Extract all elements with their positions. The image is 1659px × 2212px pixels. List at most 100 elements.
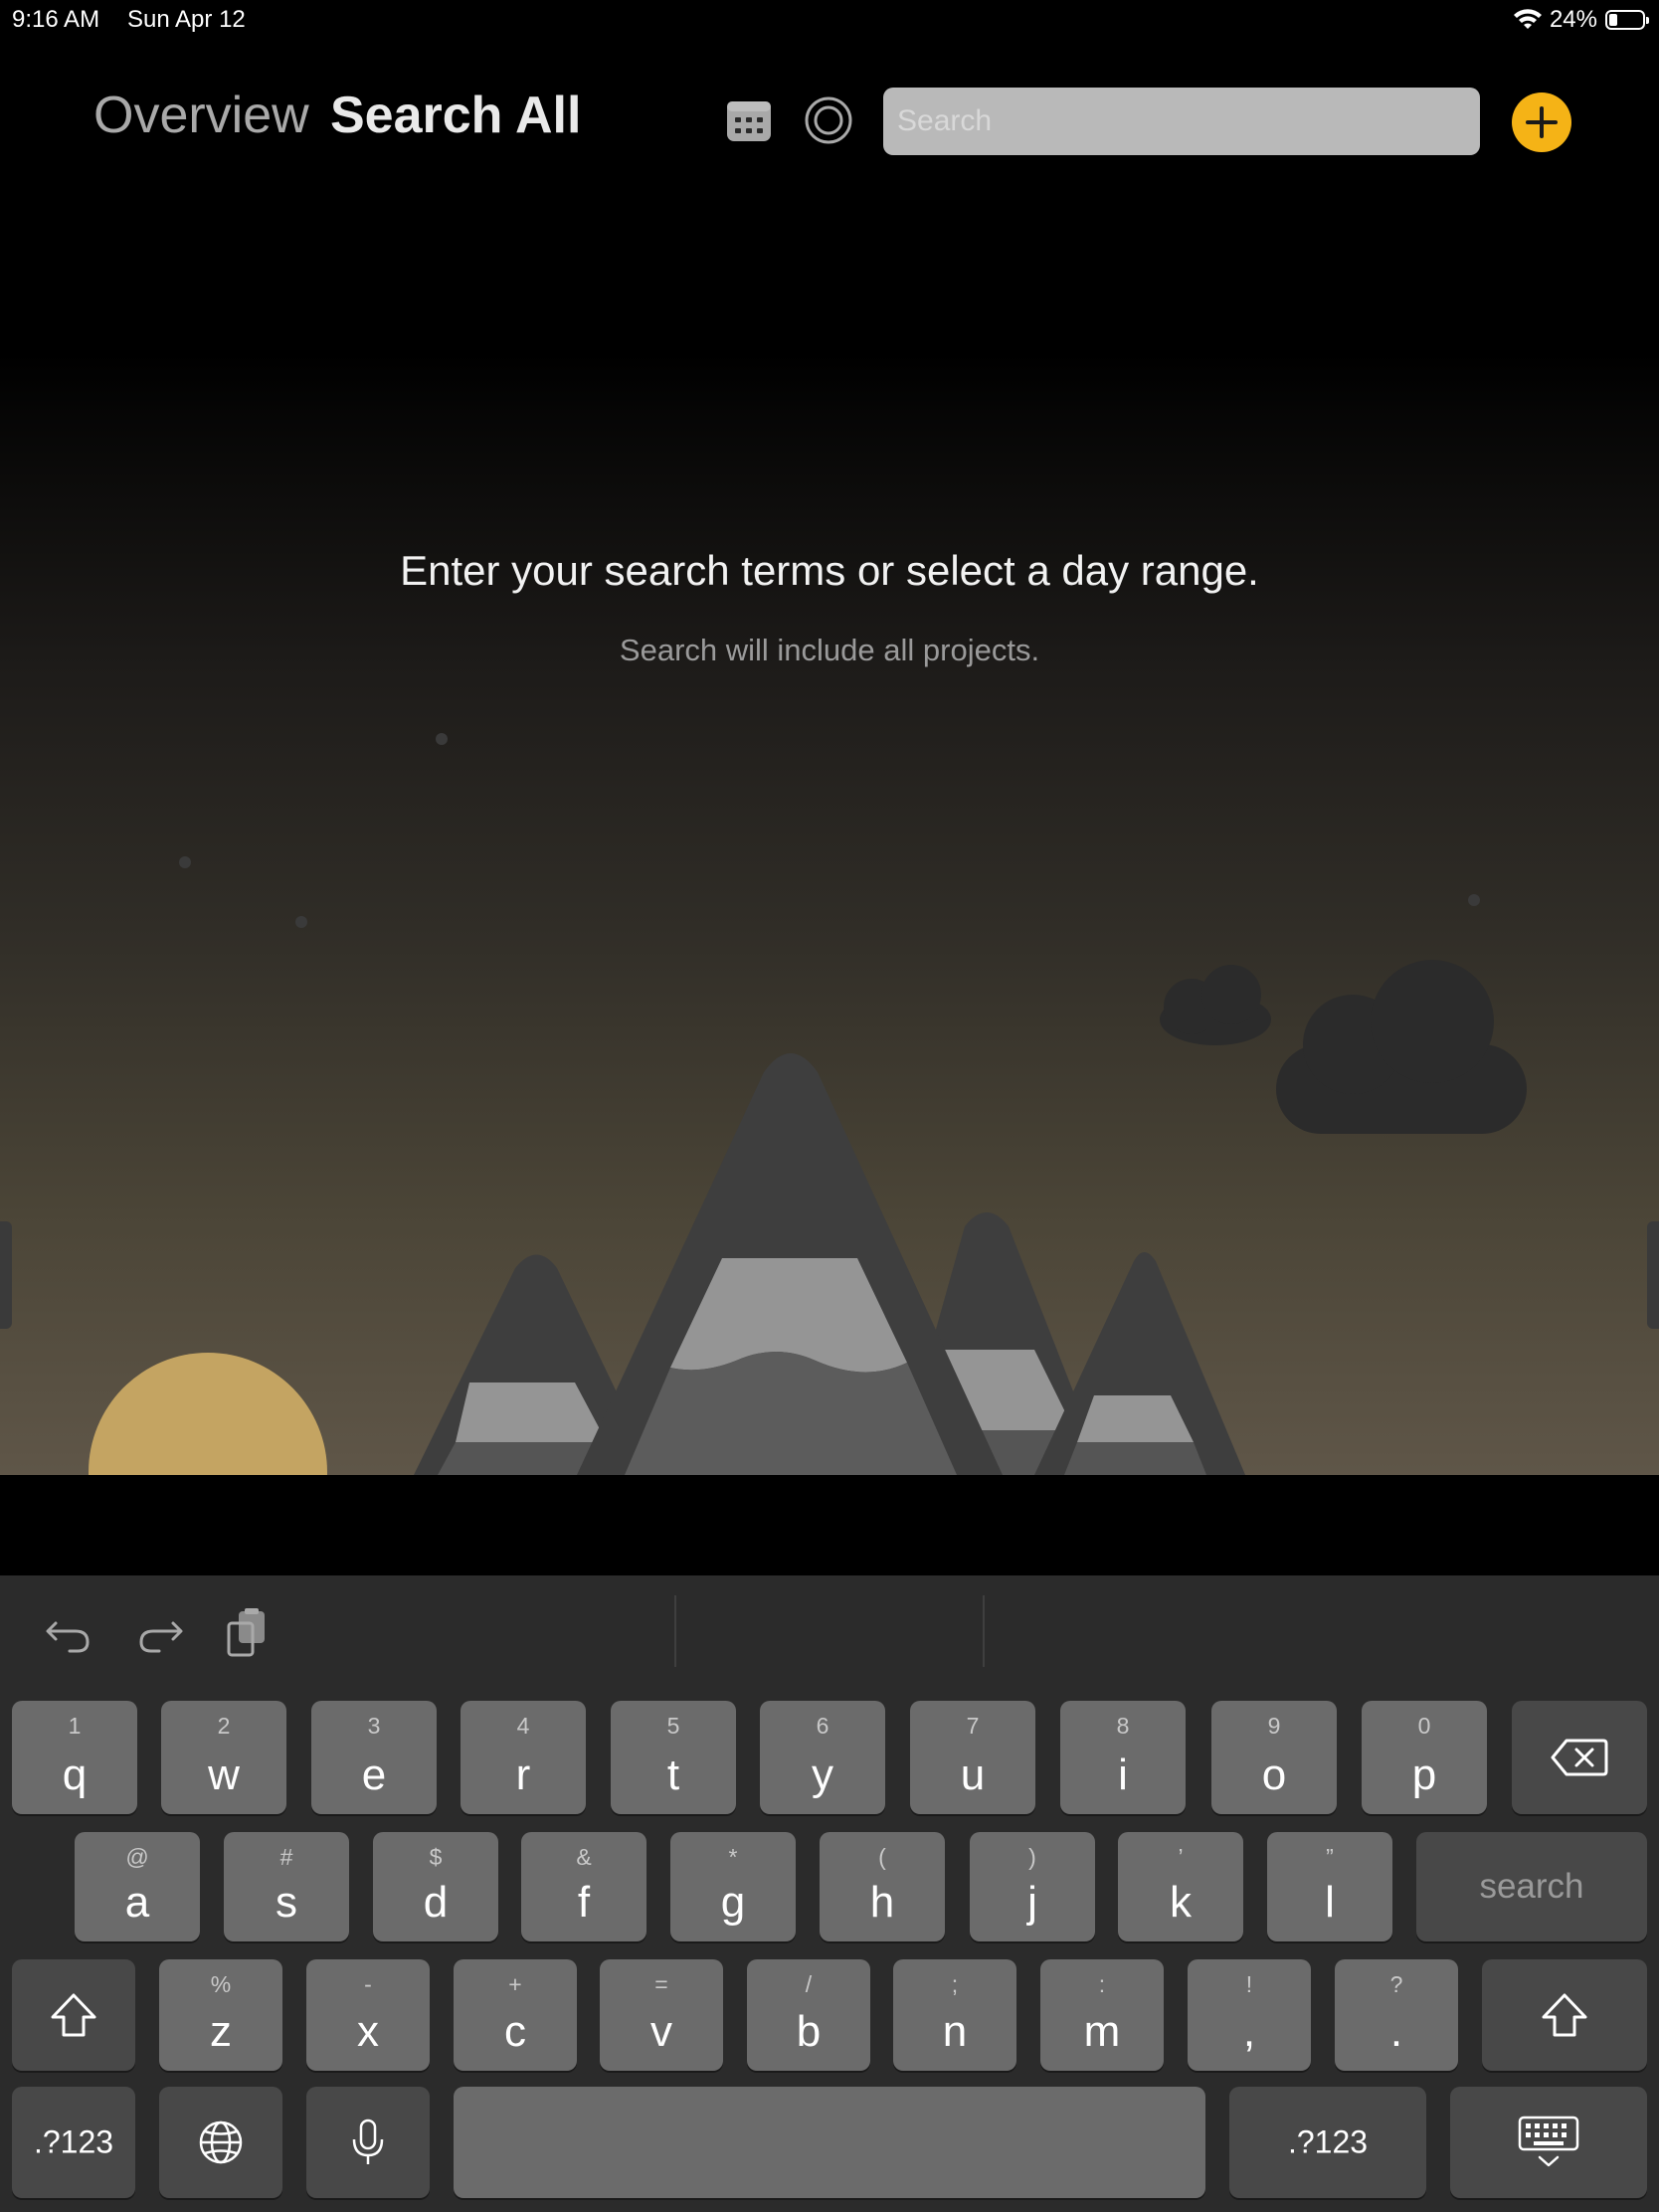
paste-button[interactable] [221, 1605, 276, 1661]
key-secondary-label: 7 [966, 1713, 980, 1739]
status-date: Sun Apr 12 [127, 6, 246, 33]
key-label: , [1242, 2007, 1256, 2056]
key-label: . [1389, 2007, 1403, 2056]
key-p[interactable]: 0p [1362, 1701, 1487, 1814]
key-b[interactable]: / b [747, 1959, 870, 2071]
key-label: q [62, 1751, 88, 1799]
right-edge-handle[interactable] [1647, 1221, 1659, 1329]
undo-icon [46, 1621, 90, 1653]
key-y[interactable]: 6y [760, 1701, 885, 1814]
key-label: z [210, 2007, 232, 2056]
key-t[interactable]: 5t [611, 1701, 736, 1814]
key-s[interactable]: # s [224, 1832, 349, 1941]
shift-icon [51, 1993, 96, 2037]
cloud-large [1276, 960, 1527, 1134]
key-q[interactable]: 1q [12, 1701, 137, 1814]
key-h[interactable]: (h [820, 1832, 945, 1941]
key-label: k [1170, 1878, 1192, 1927]
undo-button[interactable] [40, 1605, 95, 1661]
key-label: b [796, 2007, 822, 2056]
empty-state-title: Enter your search terms or select a day … [400, 547, 1259, 594]
on-screen-keyboard: 1 q 2 w 3 e 4 r 5 t 6 y 7 u 8 i 9 o 0 p @ a # s $ d & f * g(h) j’ k” l se… [0, 1575, 1659, 2212]
key-label: h [869, 1878, 895, 1927]
key-r[interactable]: 4r [461, 1701, 586, 1814]
key-label: l [1325, 1878, 1335, 1927]
key-label: .?123 [33, 2123, 114, 2160]
key-v[interactable]: = v [600, 1959, 723, 2071]
key-c[interactable]: + c [454, 1959, 577, 2071]
key-secondary-label: % [210, 1971, 232, 1997]
header: Overview Search All [0, 80, 1659, 169]
key-m[interactable]: :m [1040, 1959, 1164, 2071]
toolbar-divider [674, 1595, 676, 1667]
numbers-key-left[interactable]: .?123 [12, 2087, 135, 2198]
key-secondary-label: ? [1389, 1971, 1403, 1997]
toolbar-divider [983, 1595, 985, 1667]
key-o[interactable]: 9o [1211, 1701, 1337, 1814]
key-secondary-label: 8 [1116, 1713, 1130, 1739]
key-label: j [1027, 1878, 1037, 1927]
key-z[interactable]: % z [159, 1959, 282, 2071]
stars [179, 733, 1480, 989]
key-g[interactable]: * g [670, 1832, 796, 1941]
key-label: y [812, 1751, 833, 1799]
search-input[interactable] [883, 88, 1480, 155]
tab-search-all[interactable]: Search All [330, 86, 581, 145]
key-a[interactable]: @ a [75, 1832, 200, 1941]
key-label: i [1118, 1751, 1128, 1799]
key-i[interactable]: 8i [1060, 1701, 1186, 1814]
key-j[interactable]: ) j [970, 1832, 1095, 1941]
cloud-small [1160, 965, 1271, 1045]
battery-percent: 24% [1549, 6, 1597, 33]
redo-button[interactable] [133, 1605, 189, 1661]
space-key[interactable] [454, 2087, 1205, 2198]
key-secondary-label: 9 [1267, 1713, 1281, 1739]
key-secondary-label: 2 [217, 1713, 231, 1739]
key-l[interactable]: ” l [1267, 1832, 1392, 1941]
status-bar: 9:16 AM Sun Apr 12 24% [0, 0, 1659, 40]
target-button[interactable] [804, 95, 853, 145]
shift-right-key[interactable] [1482, 1959, 1647, 2071]
key-e[interactable]: 3e [311, 1701, 437, 1814]
key-secondary-label: 6 [816, 1713, 830, 1739]
keyboard-toolbar [0, 1575, 1659, 1685]
key-label: w [208, 1751, 240, 1799]
key-label: n [942, 2007, 968, 2056]
target-circle-icon [805, 96, 852, 144]
key-w[interactable]: 2w [161, 1701, 286, 1814]
calendar-button[interactable] [726, 97, 772, 143]
key-d[interactable]: $ d [373, 1832, 498, 1941]
keyboard-dismiss-key[interactable] [1450, 2087, 1647, 2198]
key-label: v [650, 2007, 672, 2056]
left-edge-handle[interactable] [0, 1221, 12, 1329]
key-secondary-label: / [805, 1971, 813, 1997]
key-label: r [515, 1751, 531, 1799]
numbers-key-right[interactable]: .?123 [1229, 2087, 1426, 2198]
key-comma[interactable]: !, [1188, 1959, 1311, 2071]
microphone-key[interactable] [306, 2087, 430, 2198]
status-time: 9:16 AM [12, 6, 100, 33]
key-label: f [577, 1878, 591, 1927]
add-button[interactable] [1512, 92, 1571, 152]
key-label: t [666, 1751, 680, 1799]
shift-left-key[interactable] [12, 1959, 135, 2071]
backspace-key[interactable] [1512, 1701, 1647, 1814]
key-n[interactable]: ; n [893, 1959, 1016, 2071]
empty-state-scene: Enter your search terms or select a day … [0, 169, 1659, 1475]
microphone-icon [352, 2119, 384, 2164]
globe-key[interactable] [159, 2087, 282, 2198]
key-label: e [361, 1751, 387, 1799]
key-u[interactable]: 7u [910, 1701, 1035, 1814]
key-x[interactable]: -x [306, 1959, 430, 2071]
tab-overview[interactable]: Overview [93, 86, 309, 145]
key-period[interactable]: ?. [1335, 1959, 1458, 2071]
key-k[interactable]: ’ k [1118, 1832, 1243, 1941]
key-label: g [720, 1878, 746, 1927]
search-key[interactable]: search [1416, 1832, 1647, 1941]
key-secondary-label: @ [125, 1844, 149, 1870]
key-secondary-label: 3 [367, 1713, 381, 1739]
key-f[interactable]: & f [521, 1832, 646, 1941]
sun [89, 1353, 327, 1475]
calendar-icon [727, 101, 771, 141]
key-secondary-label: 5 [666, 1713, 680, 1739]
